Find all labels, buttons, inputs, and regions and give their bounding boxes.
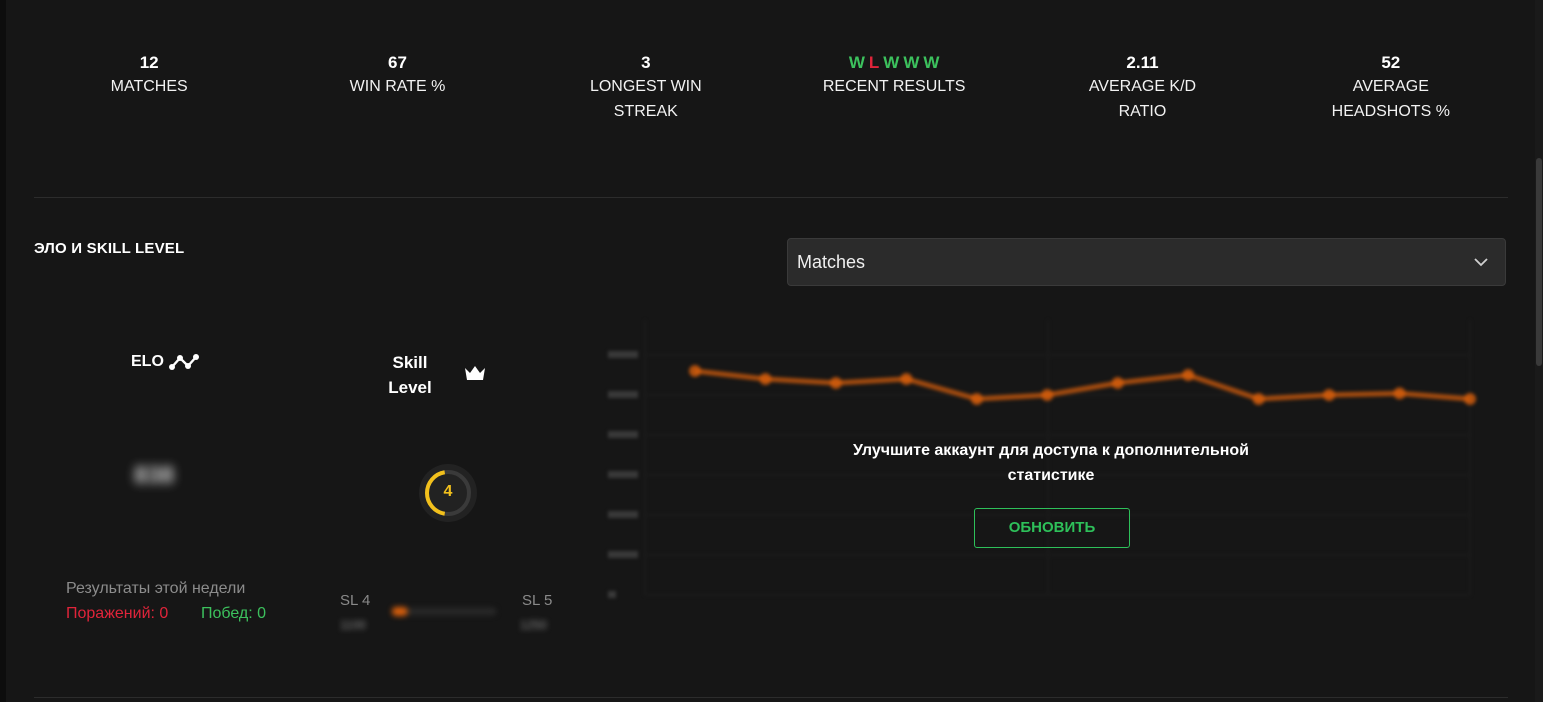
skill-range-from-label: SL 4 bbox=[340, 592, 371, 609]
elo-label: ELO bbox=[131, 353, 164, 370]
stat-kd-ratio: 2.11 AVERAGE K/D RATIO bbox=[1018, 52, 1266, 124]
chart-point bbox=[1464, 393, 1476, 405]
elo-value: 838 bbox=[134, 462, 175, 489]
chart-point bbox=[689, 365, 701, 377]
scrollbar-thumb[interactable] bbox=[1536, 158, 1542, 366]
divider bbox=[34, 197, 1508, 198]
chevron-down-icon bbox=[1474, 258, 1488, 267]
stat-headshots: 52 AVERAGE HEADSHOTS % bbox=[1267, 52, 1515, 124]
chart-point bbox=[1393, 387, 1406, 400]
chart-y-tick bbox=[608, 511, 638, 518]
stat-label: AVERAGE K/D RATIO bbox=[1088, 78, 1197, 120]
stat-longest-win-streak: 3 LONGEST WIN STREAK bbox=[522, 52, 770, 124]
skill-label-line2: Level bbox=[388, 378, 432, 397]
week-results-title: Результаты этой недели bbox=[66, 580, 246, 597]
chart-y-tick bbox=[608, 431, 638, 438]
stat-recent-results: WLWWW RECENT RESULTS bbox=[770, 52, 1018, 124]
stat-label: WIN RATE % bbox=[349, 78, 446, 95]
chart-y-tick bbox=[608, 471, 638, 478]
skill-range-from-elo: 1100 bbox=[340, 618, 366, 632]
chart-point bbox=[1323, 389, 1336, 401]
week-wins: Побед: 0 bbox=[201, 605, 267, 622]
skill-range-to-elo: 1250 bbox=[520, 618, 547, 632]
result-loss: L bbox=[868, 53, 880, 72]
stat-win-rate: 67 WIN RATE % bbox=[273, 52, 521, 124]
chart-point bbox=[900, 373, 913, 385]
stat-label: LONGEST WIN STREAK bbox=[589, 78, 702, 120]
stat-label: RECENT RESULTS bbox=[822, 78, 966, 95]
stat-value: 12 bbox=[139, 53, 159, 72]
chart-point bbox=[759, 373, 772, 385]
upgrade-button[interactable]: ОБНОВИТЬ bbox=[974, 508, 1130, 548]
left-rail bbox=[0, 0, 6, 702]
stat-value: 3 bbox=[641, 53, 651, 72]
divider bbox=[34, 697, 1508, 698]
stat-value: 2.11 bbox=[1126, 53, 1159, 72]
chart-point bbox=[1252, 393, 1265, 405]
week-losses: Поражений: 0 bbox=[66, 605, 169, 622]
crown-icon bbox=[465, 366, 485, 380]
stat-label: AVERAGE HEADSHOTS % bbox=[1331, 78, 1450, 120]
skill-label-line1: Skill bbox=[392, 353, 428, 372]
chart-y-tick bbox=[608, 351, 638, 358]
stat-value: 67 bbox=[388, 53, 407, 72]
chart-point bbox=[1041, 389, 1054, 401]
stat-label: MATCHES bbox=[110, 78, 188, 95]
stats-page: 12 MATCHES 67 WIN RATE % 3 LONGEST WIN S… bbox=[0, 0, 1543, 702]
stats-row: 12 MATCHES 67 WIN RATE % 3 LONGEST WIN S… bbox=[25, 52, 1515, 124]
chart-y-tick bbox=[608, 591, 616, 598]
skill-level-number: 4 bbox=[443, 483, 453, 500]
stat-matches: 12 MATCHES bbox=[25, 52, 273, 124]
elo-graph-icon bbox=[168, 354, 199, 370]
skill-range-progress bbox=[392, 607, 496, 616]
chart-point bbox=[1182, 369, 1195, 381]
stat-value: 52 bbox=[1381, 53, 1401, 72]
chart-point bbox=[1111, 377, 1124, 389]
chart-point bbox=[829, 377, 842, 389]
scrollbar[interactable] bbox=[1535, 0, 1543, 702]
skill-level-heading: Skill Level bbox=[378, 350, 442, 400]
result-win: W bbox=[848, 53, 865, 72]
skill-range-to-label: SL 5 bbox=[522, 592, 553, 609]
result-win: W bbox=[923, 53, 940, 72]
section-title: ЭЛО И SKILL LEVEL bbox=[34, 240, 185, 257]
chart-mode-select[interactable]: Matches bbox=[787, 238, 1506, 286]
chart-y-tick bbox=[608, 551, 638, 558]
elo-heading: ELO bbox=[131, 352, 200, 372]
upgrade-message: Улучшите аккаунт для доступа к дополните… bbox=[852, 442, 1250, 484]
chart-y-tick bbox=[608, 391, 638, 398]
result-win: W bbox=[883, 53, 900, 72]
recent-results-list: WLWWW bbox=[770, 52, 1018, 74]
chart-point bbox=[970, 393, 983, 405]
result-win: W bbox=[903, 53, 920, 72]
chart-mode-selected: Matches bbox=[797, 251, 866, 272]
